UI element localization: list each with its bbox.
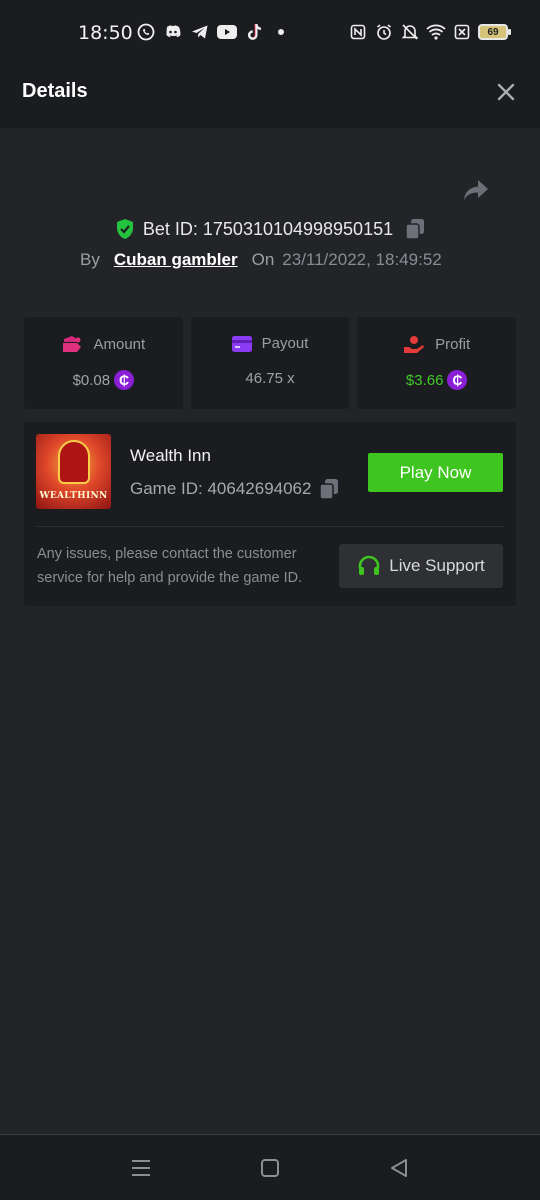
game-id-row: Game ID: 40642694062 <box>130 478 339 500</box>
tiktok-icon <box>244 22 264 42</box>
coin-icon: ₵ <box>114 370 135 390</box>
game-name: Wealth Inn <box>130 446 211 465</box>
mute-icon <box>400 22 420 42</box>
profit-label: Profit <box>435 335 471 353</box>
share-icon <box>464 180 488 200</box>
by-label: By <box>80 250 100 269</box>
bet-date: 23/11/2022, 18:49:52 <box>282 250 442 269</box>
help-text: Any issues, please contact the customer … <box>37 546 303 586</box>
close-icon <box>497 83 515 101</box>
telegram-icon <box>190 22 210 42</box>
payout-label: Payout <box>261 335 309 352</box>
amount-icon <box>63 336 82 352</box>
wifi-icon <box>426 22 446 42</box>
game-id: Game ID: 40642694062 <box>130 479 312 498</box>
home-button[interactable] <box>257 1155 283 1181</box>
amount-value: $0.08 <box>72 371 111 389</box>
discord-icon <box>163 22 183 42</box>
headset-icon <box>358 555 380 575</box>
divider <box>36 526 504 527</box>
game-thumbnail[interactable]: WEALTHINN <box>36 434 111 509</box>
status-time: 18:50 <box>78 22 133 44</box>
back-triangle-icon <box>391 1159 407 1177</box>
profit-stat: Profit $3.66 ₵ <box>357 317 517 409</box>
copy-bet-id-button[interactable] <box>405 218 425 240</box>
youtube-icon <box>217 22 237 42</box>
status-bar: 18:50 69 <box>0 0 540 56</box>
live-support-button[interactable]: Live Support <box>339 544 503 588</box>
back-button[interactable] <box>386 1155 412 1181</box>
payout-stat: Payout 46.75 x <box>190 317 350 409</box>
game-thumbnail-label: WEALTHINN <box>39 491 108 501</box>
live-support-label: Live Support <box>389 556 485 575</box>
profit-icon <box>404 336 425 353</box>
menu-icon <box>132 1160 150 1176</box>
share-button[interactable] <box>462 178 492 206</box>
battery-icon: 69 <box>478 24 511 40</box>
play-now-button[interactable]: Play Now <box>368 453 503 492</box>
details-header: Details <box>0 56 540 128</box>
whatsapp-icon <box>136 22 156 42</box>
bet-meta: By Cuban gambler On 23/11/2022, 18:49:52 <box>80 250 442 270</box>
copy-icon <box>319 479 339 500</box>
coin-icon: ₵ <box>447 370 468 390</box>
page-title: Details <box>22 80 88 102</box>
amount-label: Amount <box>93 335 146 353</box>
nfc-icon <box>348 22 368 42</box>
sim-off-icon <box>452 22 472 42</box>
payout-value: 46.75 x <box>245 370 295 387</box>
bet-stats: Amount $0.08 ₵ Payout 46.75 x Profit $3.… <box>24 317 517 409</box>
bet-id-row: Bet ID: 1750310104998950151 <box>0 216 540 242</box>
payout-icon <box>231 335 252 352</box>
system-nav-bar <box>0 1134 540 1200</box>
shield-check-icon <box>116 219 133 239</box>
close-button[interactable] <box>494 80 518 104</box>
alarm-icon <box>374 22 394 42</box>
status-system-icons: 69 <box>348 22 511 42</box>
copy-icon <box>405 219 425 240</box>
home-square-icon <box>261 1159 279 1177</box>
copy-game-id-button[interactable] <box>319 478 339 500</box>
recents-button[interactable] <box>128 1155 154 1181</box>
amount-stat: Amount $0.08 ₵ <box>24 317 183 409</box>
profit-value: $3.66 <box>405 371 444 389</box>
game-art-figure <box>58 440 90 484</box>
on-label: On <box>251 250 275 269</box>
user-link[interactable]: Cuban gambler <box>114 250 238 270</box>
game-card: WEALTHINN Wealth Inn Game ID: 4064269406… <box>24 422 516 606</box>
status-app-icons <box>136 22 291 42</box>
bet-id: Bet ID: 1750310104998950151 <box>142 218 394 239</box>
dot-icon <box>271 22 291 42</box>
